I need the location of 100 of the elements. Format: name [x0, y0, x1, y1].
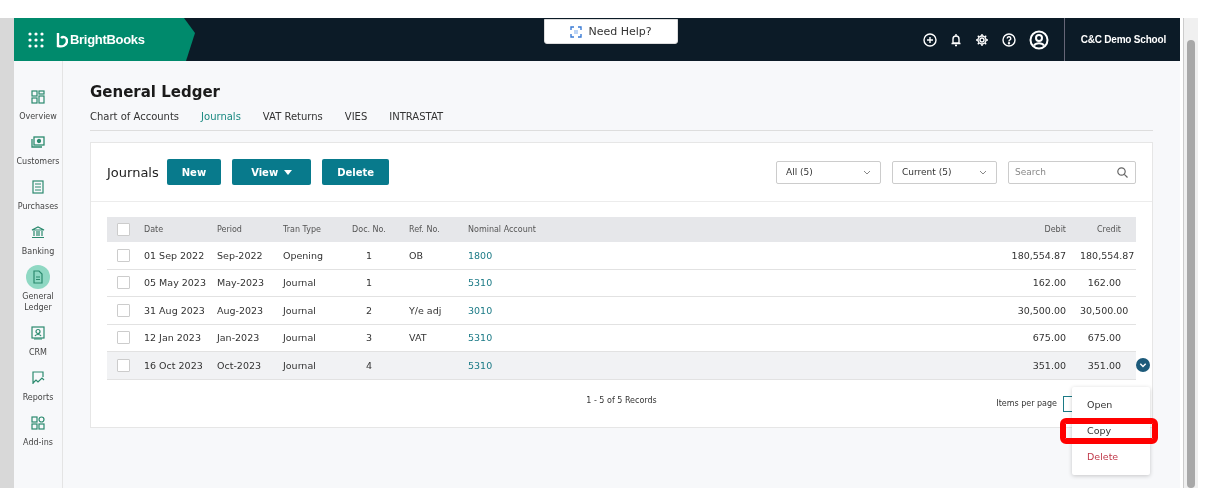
menu-item[interactable]: Delete	[1072, 444, 1150, 470]
help-icon[interactable]	[1001, 32, 1016, 47]
filter-dropdown[interactable]: All (5)	[776, 160, 881, 184]
table-cell: 30,500.00	[1080, 304, 1129, 316]
bank-icon	[31, 225, 45, 239]
table-cell: Journal	[283, 304, 316, 316]
scrollbar[interactable]	[1183, 18, 1198, 488]
table-cell: 180,554.87	[1080, 249, 1135, 261]
column-header[interactable]: Nominal Account	[461, 225, 953, 234]
row-checkbox[interactable]	[117, 276, 130, 290]
table-cell: 05 May 2023	[144, 277, 206, 289]
search-icon[interactable]	[1117, 166, 1128, 178]
sidebar-item[interactable]: Banking	[14, 220, 62, 257]
tab[interactable]: VAT Returns	[262, 111, 323, 122]
table-row[interactable]: 16 Oct 2023 Oct-2023 Journal 4 5310 351.00 351.00	[107, 352, 1136, 380]
table-row[interactable]: 31 Aug 2023 Aug-2023 Journal 2 Y/e adj 3010 30,500.00 30,500.00	[107, 297, 1136, 325]
dashboard-icon	[31, 90, 45, 104]
menu-item[interactable]: Copy	[1060, 418, 1158, 444]
account-link[interactable]: 5310	[468, 359, 493, 371]
table-cell: 1	[365, 249, 372, 261]
sidebar-item[interactable]: Overview	[14, 85, 62, 122]
user-avatar-icon[interactable]	[1028, 29, 1049, 50]
table-cell: May-2023	[217, 277, 265, 289]
caret-icon	[284, 169, 293, 175]
row-checkbox[interactable]	[117, 303, 130, 317]
table-row[interactable]: 05 May 2023 May-2023 Journal 1 5310 162.00 162.00	[107, 269, 1136, 297]
table-cell: 162.00	[1087, 277, 1121, 289]
items-per-page-label: Items per page	[996, 399, 1057, 408]
sidebar-item[interactable]: Customers	[14, 130, 62, 167]
table-cell: Journal	[283, 359, 316, 371]
row-checkbox[interactable]	[117, 331, 130, 345]
view-dropdown-button[interactable]: View	[232, 159, 312, 185]
document-icon	[31, 270, 45, 284]
chevron-down-icon[interactable]	[1136, 358, 1150, 372]
brand-name: BrightBooks	[70, 32, 145, 47]
table-cell: VAT	[409, 332, 427, 344]
table-cell: 01 Sep 2022	[144, 249, 205, 261]
sidebar-item[interactable]: General Ledger	[14, 265, 62, 313]
table-cell: 16 Oct 2023	[144, 359, 203, 371]
tab[interactable]: Journals	[201, 111, 241, 122]
table-cell: 31 Aug 2023	[144, 304, 205, 316]
filter-dropdown[interactable]: Current (5)	[892, 160, 997, 184]
logo-icon	[56, 31, 68, 48]
table-cell: Journal	[283, 277, 316, 289]
chevron-down-icon	[979, 169, 987, 175]
apps-grid-icon[interactable]	[28, 31, 44, 48]
column-header[interactable]: Debit	[953, 225, 1073, 234]
cash-icon	[31, 135, 45, 149]
table-cell: 351.00	[1032, 359, 1066, 371]
document-list-icon	[31, 180, 45, 194]
help-button[interactable]: Need Help?	[544, 19, 678, 44]
column-header[interactable]: Date	[137, 225, 210, 234]
row-checkbox[interactable]	[117, 248, 130, 262]
table-cell: 3	[365, 332, 372, 344]
table-cell: 180,554.87	[1011, 249, 1066, 261]
tab[interactable]: Chart of Accounts	[90, 111, 180, 122]
tab[interactable]: VIES	[344, 111, 368, 122]
page-title: General Ledger	[90, 83, 221, 101]
table-cell: 2	[365, 304, 372, 316]
select-all-checkbox[interactable]	[117, 223, 130, 236]
add-icon[interactable]	[922, 32, 937, 47]
action-button[interactable]: New	[166, 159, 222, 185]
column-header[interactable]: Doc. No.	[342, 225, 402, 234]
sidebar-item[interactable]: Reports	[14, 366, 62, 403]
sidebar-item[interactable]: CRM	[14, 321, 62, 358]
column-header[interactable]: Ref. No.	[402, 225, 461, 234]
menu-item[interactable]: Open	[1072, 392, 1150, 418]
expand-icon	[570, 25, 583, 38]
table-cell: 675.00	[1032, 332, 1066, 344]
sidebar-item[interactable]: Purchases	[14, 175, 62, 212]
column-header[interactable]: Tran Type	[276, 225, 342, 234]
table-cell: 675.00	[1087, 332, 1121, 344]
table-cell: Opening	[283, 249, 324, 261]
table-cell: 4	[365, 359, 372, 371]
table-cell: 351.00	[1087, 359, 1121, 371]
search-field[interactable]: Search	[1008, 160, 1136, 184]
column-header[interactable]: Period	[210, 225, 276, 234]
chevron-down-icon	[863, 169, 871, 175]
account-link[interactable]: 5310	[468, 332, 493, 344]
account-link[interactable]: 3010	[468, 304, 493, 316]
table-cell: 162.00	[1032, 277, 1066, 289]
account-link[interactable]: 1800	[468, 249, 493, 261]
table-cell: 1	[365, 277, 372, 289]
account-link[interactable]: 5310	[468, 277, 493, 289]
action-button[interactable]: Delete	[322, 159, 389, 185]
table-cell: Sep-2022	[217, 249, 263, 261]
card-title: Journals	[107, 164, 159, 180]
table-cell: 30,500.00	[1017, 304, 1066, 316]
sidebar-item[interactable]: Add-ins	[14, 411, 62, 448]
record-count: 1 - 5 of 5 Records	[586, 395, 657, 405]
row-checkbox[interactable]	[117, 358, 130, 372]
bell-icon[interactable]	[949, 32, 962, 47]
table-cell: OB	[409, 249, 423, 261]
settings-icon[interactable]	[974, 32, 989, 47]
table-row[interactable]: 01 Sep 2022 Sep-2022 Opening 1 OB 1800 180,554.87 180,554.87	[107, 242, 1136, 270]
table-cell: 12 Jan 2023	[144, 332, 201, 344]
chart-icon	[31, 371, 45, 385]
contact-card-icon	[31, 326, 45, 340]
column-header[interactable]: Credit	[1073, 225, 1136, 234]
tab[interactable]: INTRASTAT	[389, 111, 444, 122]
